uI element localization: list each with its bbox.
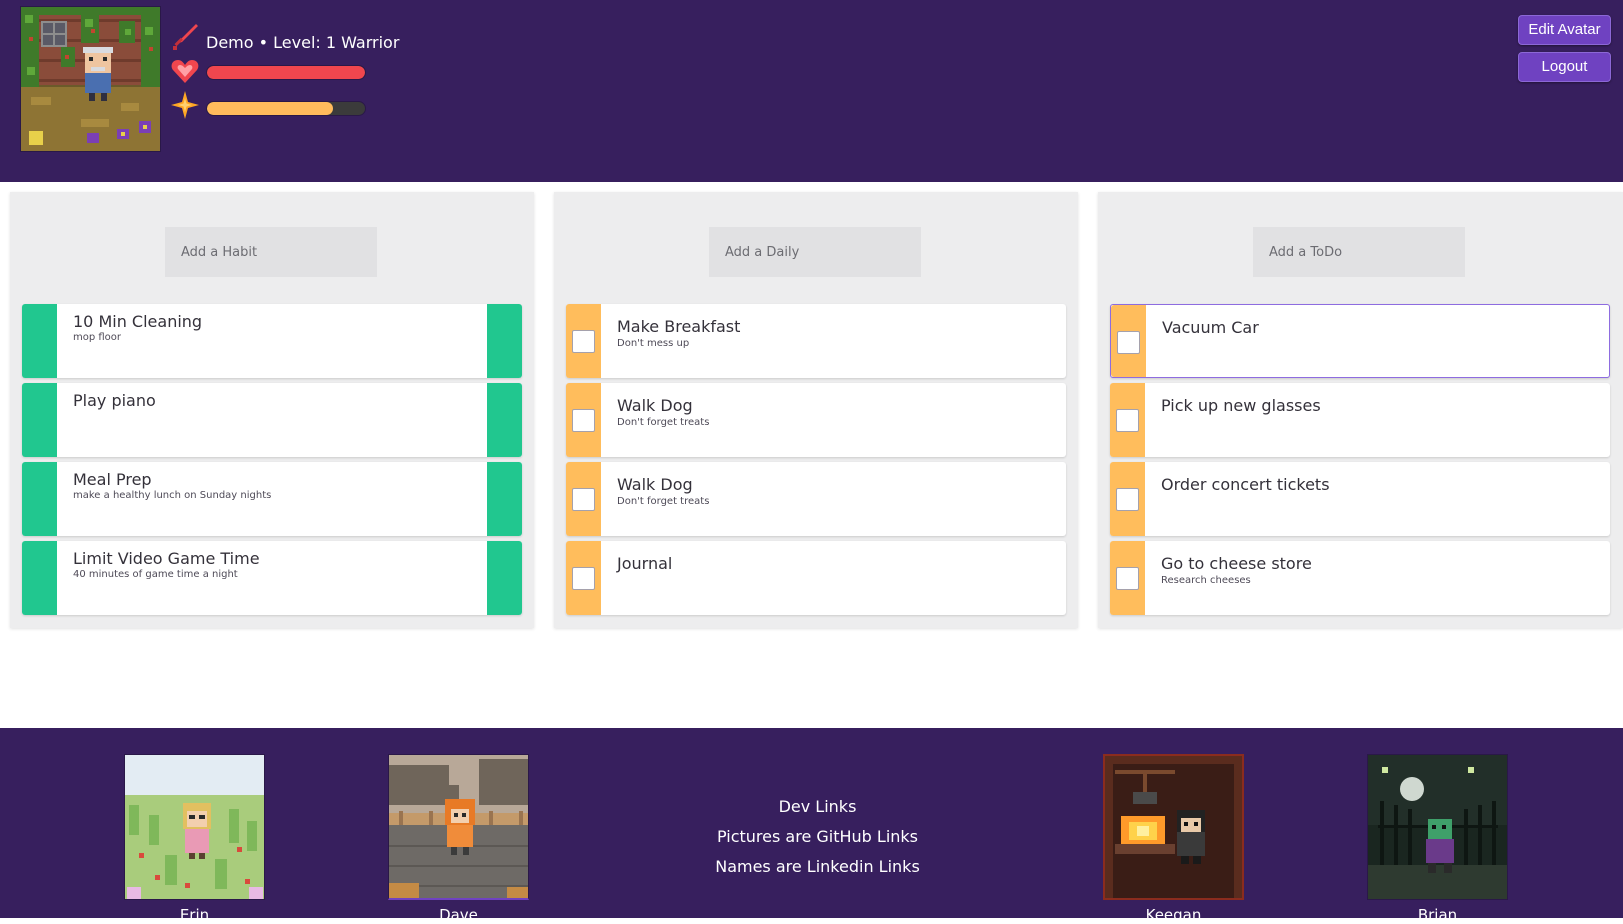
logout-button[interactable]: Logout bbox=[1518, 52, 1611, 82]
habit-notes: make a healthy lunch on Sunday nights bbox=[73, 490, 272, 501]
habit-minus-button[interactable] bbox=[487, 541, 522, 615]
daily-title: Make Breakfast bbox=[617, 317, 741, 336]
habit-item[interactable]: Meal Prep make a healthy lunch on Sunday… bbox=[22, 462, 522, 536]
todos-column: Vacuum Car Pick up new glasses Order con… bbox=[1098, 192, 1623, 628]
dev-card-brian: Brian bbox=[1367, 754, 1508, 924]
habit-item[interactable]: 10 Min Cleaning mop floor bbox=[22, 304, 522, 378]
daily-item[interactable]: Walk Dog Don't forget treats bbox=[566, 383, 1066, 457]
sword-icon bbox=[170, 22, 200, 52]
dev-github-link-erin[interactable] bbox=[124, 754, 265, 900]
daily-checkbox[interactable] bbox=[572, 409, 595, 432]
footer: Erin Dave Dev Links Pictures are GitHub … bbox=[0, 728, 1623, 924]
daily-notes: Don't forget treats bbox=[617, 496, 710, 507]
dev-card-dave: Dave bbox=[388, 754, 529, 924]
dev-card-erin: Erin bbox=[124, 754, 265, 924]
daily-notes: Don't forget treats bbox=[617, 417, 710, 428]
habit-plus-button[interactable] bbox=[22, 304, 57, 378]
habit-minus-button[interactable] bbox=[487, 304, 522, 378]
dev-card-keegan: Keegan bbox=[1103, 754, 1244, 924]
dev-github-link-dave[interactable] bbox=[388, 754, 529, 900]
daily-checkbox[interactable] bbox=[572, 330, 595, 353]
habit-minus-button[interactable] bbox=[487, 383, 522, 457]
dev-linkedin-link-brian[interactable]: Brian bbox=[1367, 906, 1508, 924]
daily-item[interactable]: Make Breakfast Don't mess up bbox=[566, 304, 1066, 378]
dev-github-link-keegan[interactable] bbox=[1103, 754, 1244, 900]
habit-item[interactable]: Limit Video Game Time 40 minutes of game… bbox=[22, 541, 522, 615]
add-habit-input[interactable] bbox=[165, 227, 377, 277]
health-bar-fill bbox=[207, 66, 365, 79]
dev-links-pictures-note: Pictures are GitHub Links bbox=[716, 827, 919, 846]
edit-avatar-button[interactable]: Edit Avatar bbox=[1518, 15, 1611, 45]
heart-icon bbox=[170, 56, 200, 86]
todo-title: Pick up new glasses bbox=[1161, 396, 1321, 415]
todo-notes: Research cheeses bbox=[1161, 575, 1251, 586]
add-daily-input[interactable] bbox=[709, 227, 921, 277]
daily-item[interactable]: Journal bbox=[566, 541, 1066, 615]
habit-title: Play piano bbox=[73, 391, 156, 410]
experience-bar bbox=[206, 101, 366, 116]
habit-title: Meal Prep bbox=[73, 470, 152, 489]
habit-title: Limit Video Game Time bbox=[73, 549, 260, 568]
habit-minus-button[interactable] bbox=[487, 462, 522, 536]
habit-plus-button[interactable] bbox=[22, 383, 57, 457]
todo-title: Go to cheese store bbox=[1161, 554, 1312, 573]
health-bar bbox=[206, 65, 366, 80]
habit-plus-button[interactable] bbox=[22, 541, 57, 615]
todo-item[interactable]: Order concert tickets bbox=[1110, 462, 1610, 536]
habits-column: 10 Min Cleaning mop floor Play piano Mea… bbox=[10, 192, 534, 628]
todo-item[interactable]: Vacuum Car bbox=[1110, 304, 1610, 378]
todo-checkbox[interactable] bbox=[1116, 567, 1139, 590]
dev-links-names-note: Names are Linkedin Links bbox=[715, 857, 920, 876]
todo-title: Vacuum Car bbox=[1162, 318, 1259, 337]
dev-linkedin-link-keegan[interactable]: Keegan bbox=[1103, 906, 1244, 924]
dev-linkedin-link-erin[interactable]: Erin bbox=[124, 906, 265, 924]
todo-title: Order concert tickets bbox=[1161, 475, 1330, 494]
dev-linkedin-link-dave[interactable]: Dave bbox=[388, 906, 529, 924]
header: Demo • Level: 1 Warrior Edit Avatar Logo… bbox=[0, 0, 1623, 182]
daily-checkbox[interactable] bbox=[572, 567, 595, 590]
add-todo-input[interactable] bbox=[1253, 227, 1465, 277]
habit-item[interactable]: Play piano bbox=[22, 383, 522, 457]
todo-item[interactable]: Go to cheese store Research cheeses bbox=[1110, 541, 1610, 615]
daily-notes: Don't mess up bbox=[617, 338, 690, 349]
star-icon bbox=[170, 90, 200, 120]
dev-links-title: Dev Links bbox=[778, 797, 857, 816]
player-info: Demo • Level: 1 Warrior bbox=[206, 33, 400, 52]
todo-checkbox[interactable] bbox=[1116, 409, 1139, 432]
dailies-column: Make Breakfast Don't mess up Walk Dog Do… bbox=[554, 192, 1078, 628]
todo-item[interactable]: Pick up new glasses bbox=[1110, 383, 1610, 457]
daily-item[interactable]: Walk Dog Don't forget treats bbox=[566, 462, 1066, 536]
dev-github-link-brian[interactable] bbox=[1367, 754, 1508, 900]
daily-title: Walk Dog bbox=[617, 396, 693, 415]
todo-checkbox[interactable] bbox=[1116, 488, 1139, 511]
daily-checkbox[interactable] bbox=[572, 488, 595, 511]
experience-bar-fill bbox=[207, 102, 334, 115]
habit-plus-button[interactable] bbox=[22, 462, 57, 536]
daily-title: Walk Dog bbox=[617, 475, 693, 494]
habit-title: 10 Min Cleaning bbox=[73, 312, 203, 331]
habit-notes: mop floor bbox=[73, 332, 122, 343]
todo-checkbox[interactable] bbox=[1117, 331, 1140, 354]
habit-notes: 40 minutes of game time a night bbox=[73, 569, 238, 580]
dev-links-info: Dev Links Pictures are GitHub Links Name… bbox=[640, 792, 995, 882]
daily-title: Journal bbox=[617, 554, 673, 573]
player-avatar bbox=[20, 6, 161, 152]
